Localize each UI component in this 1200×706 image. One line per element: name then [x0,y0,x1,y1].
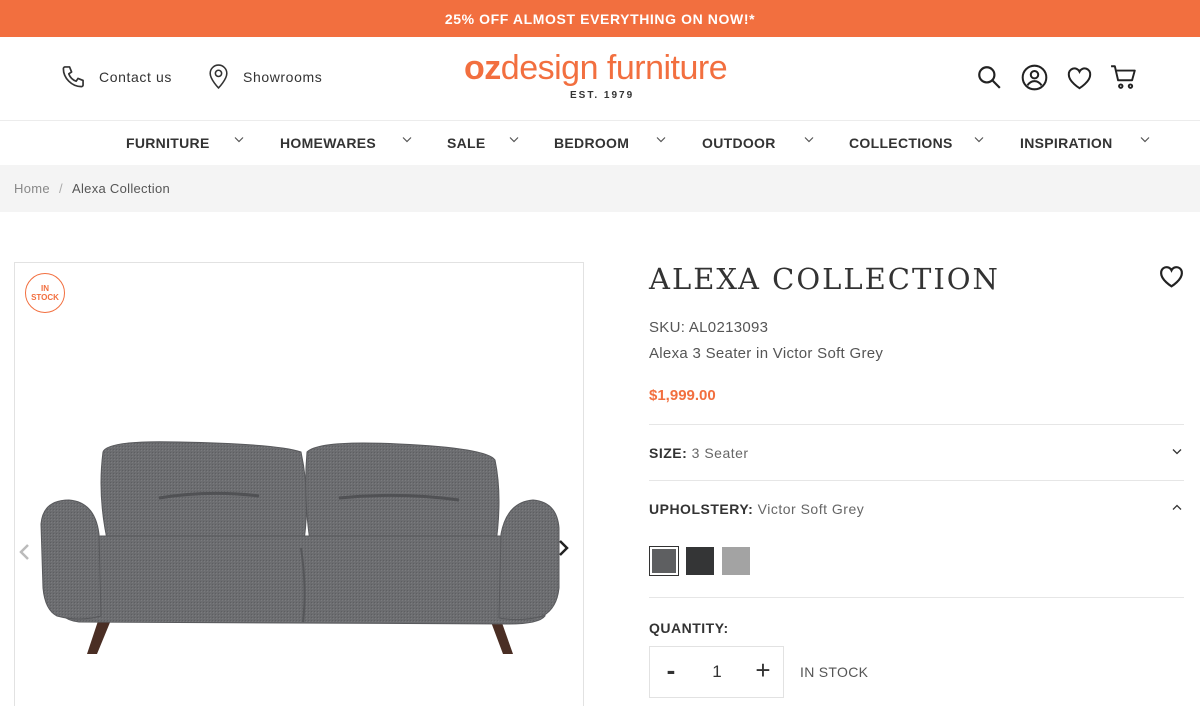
breadcrumb-current: Alexa Collection [72,181,171,196]
chevron-down-icon [234,137,244,143]
logo-est: EST. 1979 [570,90,635,101]
swatch-charcoal[interactable] [686,547,714,575]
account-icon[interactable] [1020,63,1048,91]
nav-item-furniture[interactable]: FURNITURE [126,135,244,151]
breadcrumb-home[interactable]: Home [14,181,50,196]
product-sku: SKU: AL0213093 [649,319,769,336]
gallery-next-arrow[interactable] [558,539,570,562]
breadcrumb: Home / Alexa Collection [0,165,1200,212]
quantity-label: QUANTITY: [649,620,729,636]
showrooms-label: Showrooms [243,68,323,85]
add-to-wishlist-icon[interactable] [1158,264,1185,293]
showrooms-link[interactable]: Showrooms [206,63,322,90]
chevron-down-icon [656,137,666,143]
nav-item-bedroom[interactable]: BEDROOM [554,135,666,151]
chevron-down-icon [974,137,984,143]
location-pin-icon [206,63,231,90]
nav-label: INSPIRATION [1020,135,1113,151]
breadcrumb-separator: / [59,181,63,196]
nav-label: BEDROOM [554,135,630,151]
product-price: $1,999.00 [649,387,716,404]
promo-banner[interactable]: 25% OFF ALMOST EVERYTHING ON NOW!* [0,0,1200,37]
phone-icon [60,63,87,90]
quantity-stepper: - + [649,646,784,698]
stock-status: IN STOCK [800,664,869,680]
size-label: SIZE: [649,445,688,461]
quantity-increase-button[interactable]: + [748,655,778,686]
nav-label: OUTDOOR [702,135,776,151]
upholstery-selector[interactable]: UPHOLSTERY: Victor Soft Grey [649,501,1184,517]
wishlist-icon[interactable] [1065,63,1093,91]
site-header: Contact us Showrooms ozdesign furniture … [0,37,1200,121]
promo-text[interactable]: 25% OFF ALMOST EVERYTHING ON NOW!* [445,11,755,27]
chevron-down-icon [509,137,519,143]
nav-item-homewares[interactable]: HOMEWARES [280,135,412,151]
contact-us-link[interactable]: Contact us [60,63,172,90]
quantity-decrease-button[interactable]: - [656,655,686,686]
nav-item-collections[interactable]: COLLECTIONS [849,135,984,151]
divider [649,480,1184,481]
chevron-up-icon [1172,504,1182,510]
swatch-light-grey[interactable] [722,547,750,575]
upholstery-label: UPHOLSTERY: [649,501,754,517]
logo-wordmark: ozdesign furniture [464,49,728,87]
site-logo[interactable]: ozdesign furniture EST. 1979 [464,51,736,103]
nav-item-inspiration[interactable]: INSPIRATION [1020,135,1150,151]
cart-icon[interactable] [1110,63,1138,91]
product-title: ALEXA COLLECTION [649,262,1000,296]
product-description: Alexa 3 Seater in Victor Soft Grey [649,345,884,362]
nav-label: HOMEWARES [280,135,377,151]
product-gallery: IN STOCK [14,262,584,706]
sofa-image [40,441,560,654]
divider [649,597,1184,598]
nav-label: FURNITURE [126,135,210,151]
nav-item-sale[interactable]: SALE [447,135,519,151]
main-nav: FURNITURE HOMEWARES SALE BEDROOM OUTDOOR… [0,121,1200,165]
gallery-prev-arrow[interactable] [18,543,30,566]
chevron-down-icon [1172,449,1182,455]
divider [649,424,1184,425]
chevron-down-icon [1140,137,1150,143]
nav-label: COLLECTIONS [849,135,953,151]
nav-item-outdoor[interactable]: OUTDOOR [702,135,814,151]
chevron-down-icon [804,137,814,143]
in-stock-badge: IN STOCK [25,273,65,313]
chevron-down-icon [402,137,412,143]
contact-us-label: Contact us [99,68,172,85]
search-icon[interactable] [975,63,1003,91]
quantity-input[interactable] [696,659,738,685]
size-selector[interactable]: SIZE: 3 Seater [649,445,1184,461]
swatch-victor-soft-grey[interactable] [649,546,679,576]
upholstery-value: Victor Soft Grey [757,501,865,517]
nav-label: SALE [447,135,486,151]
size-value: 3 Seater [691,445,749,461]
